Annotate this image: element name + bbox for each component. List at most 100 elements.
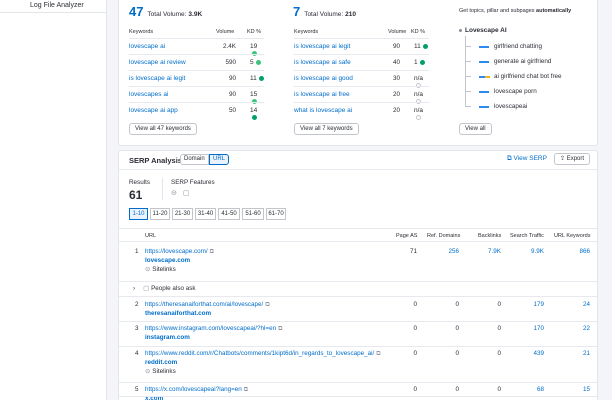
view-all-topics-button[interactable]: View all (459, 123, 492, 135)
divider (119, 241, 597, 242)
keyword-link[interactable]: is lovescape ai legit (294, 43, 350, 50)
kd-value: 14 (250, 107, 258, 114)
external-link-icon[interactable]: ⧉ (278, 326, 282, 332)
kd-value: 5 (250, 59, 254, 66)
result-url[interactable]: https://theresanaiforthat.com/ai/lovesca… (145, 301, 270, 309)
kd-value: n/a (414, 107, 424, 114)
keyword-link[interactable]: lovescapes ai (129, 91, 168, 98)
kd-dot-icon (419, 59, 425, 65)
tree-item-label[interactable]: ai girlfriend chat bot free (494, 73, 562, 80)
keyword-count: 47 (129, 4, 144, 19)
col-header-kd: KD % (247, 29, 262, 35)
cell-kws[interactable]: 15 (559, 386, 590, 393)
tree-item-label[interactable]: girlfriend chatting (494, 43, 542, 50)
tab-domain[interactable]: Domain (180, 154, 209, 165)
view-serp-link[interactable]: ⧉ View SERP (507, 155, 547, 163)
page-button[interactable]: 51-60 (242, 208, 264, 220)
tree-item-label[interactable]: lovescape porn (494, 88, 537, 95)
tree-branch (465, 106, 471, 107)
result-url-text[interactable]: https://www.instagram.com/lovescapeai/?h… (145, 325, 276, 332)
external-link-icon[interactable]: ⧉ (244, 387, 248, 393)
keyword-link[interactable]: is lovescape ai good (294, 75, 353, 82)
keyword-row: is lovescape ai free 20 n/a (294, 86, 429, 104)
result-domain[interactable]: reddit.com (145, 359, 177, 366)
keyword-link[interactable]: what is lovescape ai (294, 107, 352, 114)
serp-analysis-card (118, 150, 598, 400)
keyword-volume: 50 (228, 107, 236, 114)
divider (119, 382, 597, 383)
sidebar-item-log-file-analyzer[interactable]: Log File Analyzer (0, 0, 106, 13)
col-header-volume: Volume (216, 29, 235, 35)
chevron-right-icon[interactable]: › (133, 285, 135, 292)
external-link-icon[interactable]: ⧉ (210, 249, 214, 255)
cell-kws[interactable]: 22 (559, 325, 590, 332)
tree-item-accent (485, 76, 490, 78)
page-button[interactable]: 1-10 (129, 208, 148, 220)
result-url-text[interactable]: https://lovescape.com/ (145, 248, 208, 255)
tab-url[interactable]: URL (209, 154, 230, 165)
kd-value: 15 (250, 91, 258, 98)
cell-traffic[interactable]: 68 (513, 386, 544, 393)
keyword-row: lovescapes ai 90 15 (129, 86, 264, 104)
keyword-link[interactable]: is lovescape ai legit (129, 75, 185, 82)
tree-item-label[interactable]: generate ai girlfriend (494, 58, 551, 65)
cell-kws[interactable]: 24 (559, 301, 590, 308)
tree-branch (465, 91, 471, 92)
people-also-ask-row[interactable]: › ▢ People also ask (133, 285, 196, 292)
cell-traffic[interactable]: 439 (513, 350, 544, 357)
page-button[interactable]: 21-30 (172, 208, 193, 220)
result-url[interactable]: https://lovescape.com/⧉ (145, 248, 214, 256)
keyword-volume: 90 (392, 43, 400, 50)
keyword-link[interactable]: is lovescape ai safe (294, 59, 351, 66)
cell-traffic[interactable]: 170 (513, 325, 544, 332)
keyword-link[interactable]: lovescape ai review (129, 59, 186, 66)
row-number: 1 (135, 248, 139, 255)
keyword-link[interactable]: is lovescape ai free (294, 91, 350, 98)
result-domain[interactable]: lovescape.com (145, 257, 190, 264)
external-link-icon[interactable]: ⧉ (265, 302, 269, 308)
page-button[interactable]: 31-40 (195, 208, 216, 220)
result-url-text[interactable]: https://www.reddit.com/r/Chatbots/commen… (145, 350, 374, 357)
tree-item-bar (479, 61, 489, 63)
cell-kws[interactable]: 21 (559, 350, 590, 357)
result-url[interactable]: https://www.instagram.com/lovescapeai/?h… (145, 325, 282, 333)
kd-value: 11 (250, 75, 257, 82)
comment-icon: ▢ (182, 190, 190, 197)
keyword-link[interactable]: lovescape ai (129, 43, 165, 50)
row-number: 4 (135, 350, 139, 357)
cell-traffic[interactable]: 179 (513, 301, 544, 308)
link-icon: ⊝ (145, 368, 151, 375)
results-label: Results (129, 179, 150, 186)
cell-ref[interactable]: 256 (428, 248, 459, 255)
tree-root-dot (459, 29, 462, 32)
cell-as: 0 (413, 301, 417, 308)
kd-dot-icon (252, 114, 257, 120)
result-url[interactable]: https://x.com/lovescapeai?lang=en ⧉ (145, 386, 248, 394)
tree-item-bar (479, 91, 489, 93)
result-domain[interactable]: theresanaiforthat.com (145, 310, 211, 317)
keyword-volume: 2.4K (223, 43, 236, 50)
result-domain[interactable]: instagram.com (145, 334, 190, 341)
keyword-row: is lovescape ai legit 90 11 (294, 38, 429, 53)
view-all-keywords-button[interactable]: View all 47 keywords (129, 123, 197, 135)
view-all-keywords-button[interactable]: View all 7 keywords (294, 123, 359, 135)
result-url[interactable]: https://www.reddit.com/r/Chatbots/commen… (145, 350, 381, 358)
external-link-icon[interactable]: ⧉ (376, 351, 380, 357)
page-button[interactable]: 61-70 (266, 208, 286, 220)
page-button[interactable]: 41-50 (218, 208, 240, 220)
kd-value: n/a (414, 75, 424, 82)
page-button[interactable]: 11-20 (150, 208, 170, 220)
row-number: 2 (135, 301, 139, 308)
cell-kws[interactable]: 866 (559, 248, 590, 255)
cell-traffic[interactable]: 9.9K (513, 248, 544, 255)
result-url-text[interactable]: https://x.com/lovescapeai?lang=en (145, 386, 242, 393)
export-button[interactable]: ⇪ Export (554, 153, 591, 165)
keyword-kd: n/a (414, 107, 429, 121)
cell-bl[interactable]: 7.9K (470, 248, 501, 255)
total-volume-label: Total Volume: (147, 11, 187, 18)
tree-item-label[interactable]: lovescapeai (494, 103, 527, 110)
link-icon: ⊝ (171, 190, 177, 197)
cell-as: 0 (413, 325, 417, 332)
keyword-link[interactable]: lovescape ai app (129, 107, 178, 114)
result-url-text[interactable]: https://theresanaiforthat.com/ai/lovesca… (145, 301, 263, 308)
